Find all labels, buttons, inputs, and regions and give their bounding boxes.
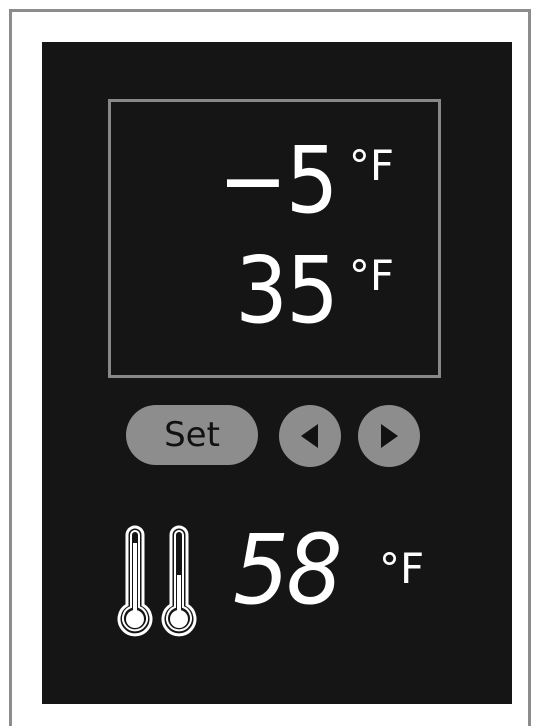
top-temperature-unit: °F xyxy=(348,141,394,190)
current-temperature: 58 °F xyxy=(117,520,457,640)
thermometer-icon xyxy=(117,525,197,637)
triangle-left-icon xyxy=(301,424,318,448)
left-arrow-button[interactable] xyxy=(279,405,341,467)
bottom-temperature-reading: 35 °F xyxy=(224,245,394,340)
temperature-display: −5 °F 35 °F xyxy=(108,99,441,378)
bottom-temperature-value: 35 xyxy=(235,237,339,344)
triangle-right-icon xyxy=(381,424,398,448)
top-temperature-reading: −5 °F xyxy=(205,135,394,230)
set-button[interactable]: Set xyxy=(126,405,258,465)
outer-frame-right-edge xyxy=(528,9,531,726)
current-temperature-unit: °F xyxy=(379,544,425,593)
current-temperature-value: 58 xyxy=(233,514,343,626)
right-arrow-button[interactable] xyxy=(358,405,420,467)
bottom-temperature-unit: °F xyxy=(348,251,394,300)
top-temperature-value: −5 xyxy=(218,127,338,234)
